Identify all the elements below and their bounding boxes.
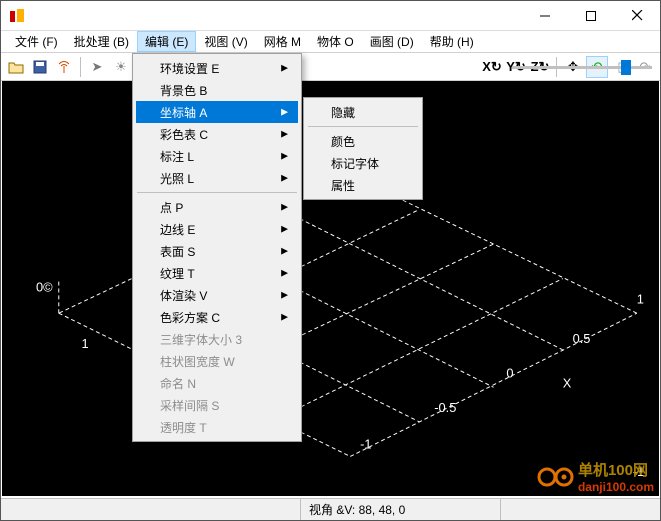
item-font3d[interactable]: 三维字体大小 3 [136,328,298,350]
item-volume[interactable]: 体渲染 V▶ [136,284,298,306]
menu-help[interactable]: 帮助 (H) [422,31,482,52]
light-icon[interactable]: ☀ [110,56,132,78]
menu-mesh[interactable]: 网格 M [256,31,309,52]
close-button[interactable] [614,1,660,31]
window-controls [522,1,660,31]
item-sample[interactable]: 采样间隔 S [136,394,298,416]
toolbar: ➤ ☀ X↻ Y↻ Z↻ ✥ ↶ ▯ ↷ [1,53,660,81]
item-barwidth[interactable]: 柱状图宽度 W [136,350,298,372]
item-edge[interactable]: 边线 E▶ [136,218,298,240]
tick-x-1: 1 [637,291,644,306]
titlebar [1,1,660,31]
menu-view[interactable]: 视图 (V) [196,31,255,52]
item-props[interactable]: 属性 [307,174,419,196]
item-texture[interactable]: 纹理 T▶ [136,262,298,284]
arrow-icon[interactable]: ➤ [86,56,108,78]
menu-batch[interactable]: 批处理 (B) [66,31,137,52]
tick-x-0: 0 [506,365,513,380]
slider-thumb[interactable] [621,60,631,75]
antenna-icon[interactable] [53,56,75,78]
menu-divider [308,126,418,127]
axis-x-label: X [563,375,572,390]
axes-submenu: 隐藏 颜色 标记字体 属性 [303,97,423,200]
watermark-logo-icon [537,466,575,488]
item-labelfont[interactable]: 标记字体 [307,152,419,174]
item-axes[interactable]: 坐标轴 A▶ [136,101,298,123]
statusbar: 视角 &V: 88, 48, 0 [1,498,660,520]
item-colorscheme[interactable]: 色彩方案 C▶ [136,306,298,328]
z-label: 0© [36,279,53,294]
minimize-button[interactable] [522,1,568,31]
menu-divider [137,192,297,193]
tick-x-m05: -0.5 [434,400,456,415]
watermark-text-2: danji100.com [578,480,654,494]
tick-x-m1: -1 [360,437,371,452]
item-point[interactable]: 点 P▶ [136,196,298,218]
slider-track [512,66,652,69]
item-color[interactable]: 颜色 [307,130,419,152]
app-icon [9,8,25,24]
watermark: 单机100网 danji100.com [537,459,654,494]
item-annotate[interactable]: 标注 L▶ [136,145,298,167]
menu-edit[interactable]: 编辑 (E) [137,31,196,52]
separator [80,57,81,77]
tick-y-1: 1 [82,336,89,351]
item-colortable[interactable]: 彩色表 C▶ [136,123,298,145]
item-rename[interactable]: 命名 N [136,372,298,394]
status-empty [1,499,301,520]
edit-dropdown: 环境设置 E▶ 背景色 B 坐标轴 A▶ 彩色表 C▶ 标注 L▶ 光照 L▶ … [132,53,302,442]
save-icon[interactable] [29,56,51,78]
item-lighting[interactable]: 光照 L▶ [136,167,298,189]
menubar: 文件 (F) 批处理 (B) 编辑 (E) 视图 (V) 网格 M 物体 O 画… [1,31,660,53]
item-surface[interactable]: 表面 S▶ [136,240,298,262]
slider[interactable] [512,59,652,75]
menu-image[interactable]: 画图 (D) [362,31,422,52]
item-opacity[interactable]: 透明度 T [136,416,298,438]
axis-x-icon[interactable]: X↻ [481,56,503,78]
maximize-button[interactable] [568,1,614,31]
menu-object[interactable]: 物体 O [309,31,362,52]
menu-file[interactable]: 文件 (F) [7,31,66,52]
status-view: 视角 &V: 88, 48, 0 [301,499,501,520]
watermark-text-1: 单机100网 [578,459,654,480]
item-env[interactable]: 环境设置 E▶ [136,57,298,79]
item-hide[interactable]: 隐藏 [307,101,419,123]
item-bg[interactable]: 背景色 B [136,79,298,101]
open-icon[interactable] [5,56,27,78]
tick-x-05: 0.5 [573,331,591,346]
